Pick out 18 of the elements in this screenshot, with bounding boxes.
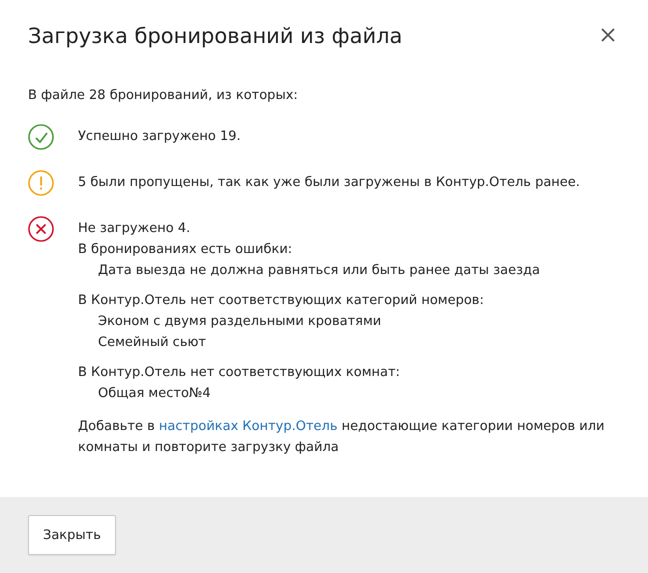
cross-icon [28, 216, 54, 242]
list-item: Семейный сьют [98, 335, 206, 350]
list-item: Эконом с двумя раздельными кроватями [98, 314, 382, 329]
result-text: Не загружено 4. [78, 220, 192, 238]
group-heading: В Контур.Отель нет соответствующих категорий номеров: [78, 292, 485, 310]
list-item: Дата выезда не должна равняться или быть ранее даты заезда [98, 263, 540, 278]
dialog-title: Загрузка бронирований из файла [28, 24, 402, 48]
summary-text: В файле 28 бронирований, из которых: [28, 87, 299, 105]
group-heading: В бронированиях есть ошибки: [78, 241, 294, 259]
result-text: 5 были пропущены, так как уже были загружены в Контур.Отель ранее. [78, 174, 580, 192]
check-icon [28, 124, 54, 150]
group-heading: В Контур.Отель нет соответствующих комнат: [78, 364, 401, 382]
close-button[interactable]: Закрыть [28, 515, 116, 555]
exclamation-icon [28, 170, 54, 196]
result-text: Успешно загружено 19. [78, 128, 241, 146]
settings-link[interactable]: настройках Контур.Отель [158, 419, 338, 434]
list-item: Общая место№4 [98, 386, 211, 401]
note-text: Добавьте в настройках Контур.Отель недостающие категории номеров или комнаты и повторите загрузку файла [78, 418, 606, 457]
